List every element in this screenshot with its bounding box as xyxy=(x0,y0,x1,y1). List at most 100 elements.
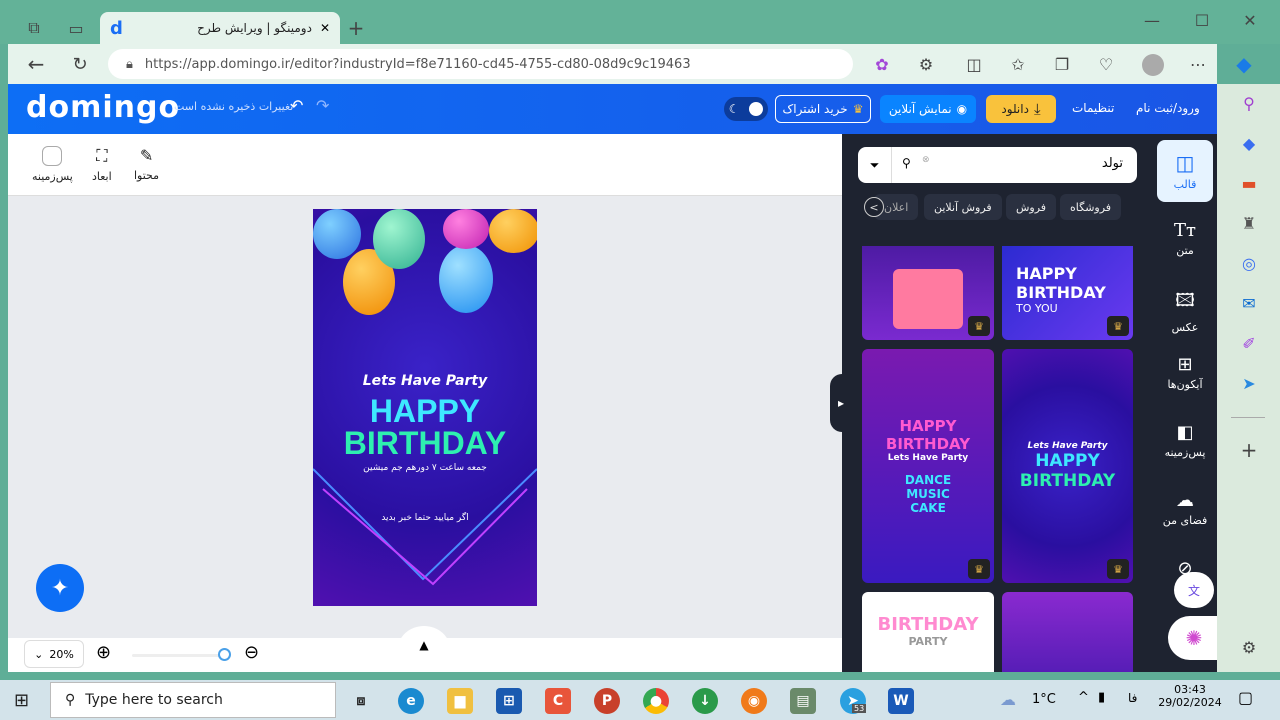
favorites-icon[interactable]: ✩ xyxy=(1006,52,1030,76)
expand-up-button[interactable]: ▲ xyxy=(398,626,450,672)
undo-icon[interactable]: ↶ xyxy=(290,96,303,115)
zoom-slider[interactable] xyxy=(132,654,224,657)
template-text: BIRTHDAY xyxy=(877,614,979,635)
close-window-icon[interactable]: ✕ xyxy=(1238,8,1262,32)
language-indicator[interactable]: فا xyxy=(1128,691,1137,705)
search-icon[interactable]: ⚲ xyxy=(1237,94,1261,118)
battery-icon[interactable]: ▮ xyxy=(1098,690,1105,705)
download-manager-icon[interactable]: ↓ xyxy=(692,688,718,714)
zoom-out-icon[interactable]: ⊖ xyxy=(244,642,259,663)
windows-start-icon[interactable]: ⊞ xyxy=(14,690,29,711)
notifications-icon[interactable]: ▢ xyxy=(1238,688,1253,707)
add-icon[interactable]: + xyxy=(1237,438,1261,462)
zoom-level: 20% xyxy=(49,647,74,661)
firefox-icon[interactable]: ◉ xyxy=(741,688,767,714)
preview-button[interactable]: نمایش آنلاین ◉ xyxy=(880,95,976,123)
task-view-icon[interactable]: ⧈ xyxy=(348,688,374,714)
dimensions-tool[interactable]: ⛶ ابعاد xyxy=(92,146,112,183)
search-input[interactable]: تولد xyxy=(1102,156,1123,171)
collections-icon[interactable]: ❐ xyxy=(1050,52,1074,76)
sidebar-item-my-space[interactable]: ☁ فضای من xyxy=(1157,490,1213,527)
template-card[interactable]: ♛ xyxy=(862,246,994,340)
back-icon[interactable]: ← xyxy=(24,52,48,76)
redo-icon[interactable]: ↷ xyxy=(316,96,329,115)
store-icon[interactable]: ⊞ xyxy=(496,688,522,714)
tools-icon[interactable]: ▬ xyxy=(1237,174,1261,198)
send-icon[interactable]: ➤ xyxy=(1237,374,1261,398)
template-card[interactable]: BIRTHDAY PARTY xyxy=(862,592,994,672)
zoom-slider-handle[interactable] xyxy=(218,648,231,661)
design-artboard[interactable]: Lets Have Party HAPPY BIRTHDAY جمعه ساعت… xyxy=(313,209,537,606)
template-text: HAPPY xyxy=(899,417,957,435)
chevron-up-icon[interactable]: ^ xyxy=(1078,690,1089,705)
sidebar-item-icons[interactable]: ⊞ آیکون‌ها xyxy=(1157,354,1213,391)
theme-toggle[interactable]: ☾ xyxy=(724,97,768,121)
settings-link[interactable]: تنظیمات xyxy=(1072,101,1114,115)
sidebar-item-templates[interactable]: ◫ قالب xyxy=(1157,140,1213,202)
browser-tab[interactable]: d دومینگو | ویرایش طرح ✕ xyxy=(100,12,340,44)
template-card[interactable]: Lets Have Party HAPPY BIRTHDAY ♛ xyxy=(1002,349,1133,583)
weather-icon[interactable]: ☁ xyxy=(1000,690,1016,709)
new-tab-icon[interactable]: + xyxy=(344,16,368,40)
games-icon[interactable]: ♜ xyxy=(1237,214,1261,238)
vertical-tabs-icon[interactable]: ▭ xyxy=(64,16,88,40)
copilot-icon[interactable]: ◆ xyxy=(1232,52,1256,76)
design-subtitle[interactable]: Lets Have Party xyxy=(313,373,537,389)
workspaces-icon[interactable]: ⧉ xyxy=(22,16,46,40)
profile-avatar[interactable] xyxy=(1142,54,1164,76)
copilot-extension-icon[interactable]: ✿ xyxy=(870,52,894,76)
domingo-logo[interactable]: domingo xyxy=(26,90,180,125)
background-tool[interactable]: پس‌زمینه xyxy=(32,146,73,183)
url-field[interactable]: 🔒︎ https://app.domingo.ir/editor?industr… xyxy=(108,49,853,79)
save-status: تغییرات ذخیره نشده است xyxy=(174,100,294,113)
microsoft-365-icon[interactable]: ◎ xyxy=(1237,254,1261,278)
chip-online-sales[interactable]: فروش آنلاین xyxy=(924,194,1002,220)
template-card[interactable]: HAPPY BIRTHDAY TO YOU ♛ xyxy=(1002,246,1133,340)
template-text: CAKE xyxy=(910,501,946,515)
browser-essentials-icon[interactable]: ♡ xyxy=(1094,52,1118,76)
split-screen-icon[interactable]: ◫ xyxy=(962,52,986,76)
magic-wand-button[interactable]: ✦ xyxy=(36,564,84,612)
p-app-icon[interactable]: P xyxy=(594,688,620,714)
filter-icon[interactable]: ⏷ xyxy=(858,147,892,183)
green-app-icon[interactable]: ▤ xyxy=(790,688,816,714)
designer-icon[interactable]: ✐ xyxy=(1237,334,1261,358)
zoom-select[interactable]: ⌄ 20% xyxy=(24,640,84,668)
minimize-icon[interactable]: — xyxy=(1140,8,1164,32)
clear-search-icon[interactable]: ⊗ xyxy=(922,155,930,165)
content-tool[interactable]: ✎ محتوا xyxy=(134,146,159,182)
subscribe-button[interactable]: خرید اشتراک ♛ xyxy=(775,95,871,123)
login-link[interactable]: ورود/ثبت نام xyxy=(1136,101,1200,115)
settings-gear-icon[interactable]: ⚙ xyxy=(1237,638,1261,662)
chip-sales[interactable]: فروش xyxy=(1006,194,1057,220)
download-button[interactable]: دانلود ⤓ xyxy=(986,95,1056,123)
zoom-in-icon[interactable]: ⊕ xyxy=(96,642,111,663)
grid-icon: ⊞ xyxy=(1177,354,1193,375)
balloon xyxy=(373,209,425,269)
maximize-icon[interactable]: ☐ xyxy=(1190,8,1214,32)
edge-taskbar-icon[interactable]: e xyxy=(398,688,424,714)
template-card[interactable]: HAPPY BIRTHDAY Lets Have Party DANCE MUSIC CA… xyxy=(862,349,994,583)
template-card[interactable] xyxy=(1002,592,1133,672)
sidebar-item-photo[interactable]: 🖾 عکس xyxy=(1157,288,1213,334)
sidebar-item-background[interactable]: ◧ پس‌زمینه xyxy=(1157,422,1213,459)
file-explorer-icon[interactable]: ▆ xyxy=(447,688,473,714)
ai-brain-icon[interactable]: ✺ xyxy=(1168,616,1220,660)
clock[interactable]: 03:43 29/02/2024 xyxy=(1150,683,1230,709)
chip-store[interactable]: فروشگاه xyxy=(1060,194,1122,220)
chrome-icon[interactable]: ● xyxy=(643,688,669,714)
close-tab-icon[interactable]: ✕ xyxy=(320,21,330,35)
more-menu-icon[interactable]: ⋯ xyxy=(1186,52,1210,76)
c-app-icon[interactable]: C xyxy=(545,688,571,714)
balloon xyxy=(489,209,537,253)
outlook-icon[interactable]: ✉ xyxy=(1237,294,1261,318)
taskbar-search[interactable]: ⚲ Type here to search xyxy=(50,682,336,718)
sidebar-item-text[interactable]: Tт متن xyxy=(1157,220,1213,257)
refresh-icon[interactable]: ↻ xyxy=(68,52,92,76)
extensions-icon[interactable]: ⚙ xyxy=(914,52,938,76)
word-icon[interactable]: W xyxy=(888,688,914,714)
translate-extension-icon[interactable]: 文 xyxy=(1174,572,1214,608)
temperature[interactable]: 1°C xyxy=(1032,692,1056,707)
shopping-tag-icon[interactable]: ◆ xyxy=(1237,134,1261,158)
chips-scroll-left-icon[interactable]: < xyxy=(864,197,884,217)
